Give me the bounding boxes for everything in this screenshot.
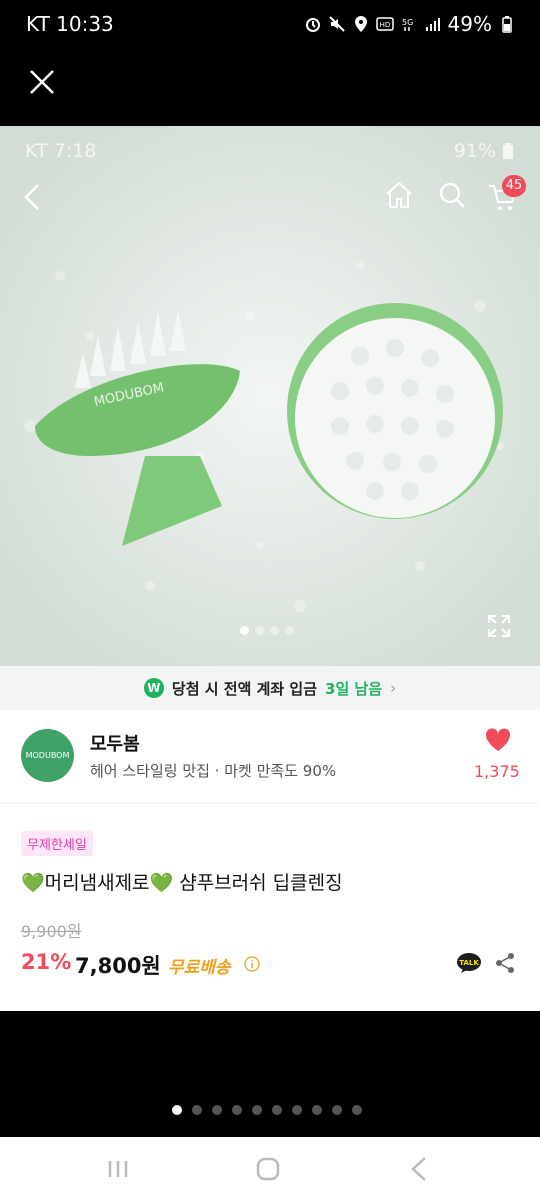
shop-description: 헤어 스타일링 맛집 · 마켓 만족도 90% — [90, 762, 337, 780]
signal-icon — [425, 18, 440, 31]
page-dot[interactable] — [192, 1105, 202, 1115]
sale-tag: 무제한세일 — [21, 831, 93, 856]
image-pagination — [240, 626, 294, 635]
nav-back-icon[interactable] — [410, 1156, 428, 1182]
chevron-right-icon: › — [390, 679, 397, 697]
shop-logo[interactable]: MODUBOM — [21, 729, 74, 782]
heart-icon[interactable] — [484, 727, 512, 753]
nav-home-icon[interactable] — [256, 1157, 280, 1181]
location-icon — [354, 16, 367, 32]
alarm-icon — [305, 18, 320, 32]
mute-icon — [328, 16, 345, 32]
home-icon[interactable] — [384, 180, 414, 210]
recent-apps-icon[interactable] — [107, 1159, 129, 1179]
banner-text: 당첨 시 전액 계좌 입금 — [171, 679, 318, 698]
free-shipping-label: 무료배송 — [168, 958, 231, 978]
info-icon[interactable] — [244, 956, 260, 972]
page-dot[interactable] — [292, 1105, 302, 1115]
page-dot[interactable] — [332, 1105, 342, 1115]
svg-text:5G: 5G — [402, 18, 413, 27]
discount-rate: 21% — [21, 950, 72, 974]
shop-name[interactable]: 모두봄 — [90, 730, 140, 756]
back-arrow-icon[interactable] — [20, 182, 44, 212]
image-dot[interactable] — [240, 626, 249, 635]
image-dot[interactable] — [255, 626, 264, 635]
talk-label: TALK — [459, 959, 479, 967]
page-dot[interactable] — [212, 1105, 222, 1115]
shop-info[interactable]: MODUBOM 모두봄 헤어 스타일링 맛집 · 마켓 만족도 90% 1,37… — [0, 710, 540, 804]
sale-price: 7,800원 — [75, 954, 161, 978]
share-icon[interactable] — [494, 952, 516, 974]
page-dot[interactable] — [272, 1105, 282, 1115]
page-dot[interactable] — [232, 1105, 242, 1115]
hd-icon: HD — [375, 17, 394, 31]
expand-icon[interactable] — [486, 613, 512, 639]
close-icon[interactable] — [28, 68, 56, 96]
page-dot[interactable] — [252, 1105, 262, 1115]
cart-count-badge: 45 — [502, 175, 526, 197]
image-dot[interactable] — [285, 626, 294, 635]
event-banner[interactable]: W 당첨 시 전액 계좌 입금 3일 남음 › — [0, 666, 540, 710]
screen: KT 10:33 HD 5G 49% MODUBOM KT 7:18 91% 4… — [0, 0, 540, 1200]
screenshot-pagination — [172, 1105, 362, 1115]
battery-percent: 49% — [447, 12, 492, 36]
image-dot[interactable] — [270, 626, 279, 635]
w-badge-icon: W — [143, 678, 164, 698]
status-bar: KT 10:33 HD 5G 49% — [0, 0, 540, 50]
page-dot[interactable] — [352, 1105, 362, 1115]
likes-count: 1,375 — [474, 762, 520, 781]
page-dot[interactable] — [172, 1105, 182, 1115]
original-price: 9,900원 — [21, 922, 82, 941]
page-dot[interactable] — [312, 1105, 322, 1115]
product-title: 💚머리냄새제로💚 샴푸브러쉬 딥클렌징 — [21, 872, 343, 894]
inner-status-icons: 91% — [454, 140, 514, 162]
battery-icon — [502, 16, 512, 33]
status-time: KT 10:33 — [26, 12, 114, 36]
kakaotalk-icon[interactable]: TALK — [456, 952, 482, 974]
inner-battery-icon — [503, 143, 513, 159]
search-icon[interactable] — [438, 180, 466, 210]
inner-battery-percent: 91% — [453, 140, 496, 162]
status-icons: HD 5G 49% — [304, 12, 516, 36]
product-image[interactable]: MODUBOM KT 7:18 91% 45 — [0, 126, 540, 666]
svg-text:HD: HD — [379, 21, 390, 29]
screenshot-preview[interactable]: MODUBOM KT 7:18 91% 45 W 당첨 시 전액 계좌 입금 3… — [0, 126, 540, 1011]
inner-status-time: KT 7:18 — [25, 140, 97, 162]
banner-highlight: 3일 남음 — [325, 679, 383, 698]
5g-icon: 5G — [402, 18, 413, 31]
